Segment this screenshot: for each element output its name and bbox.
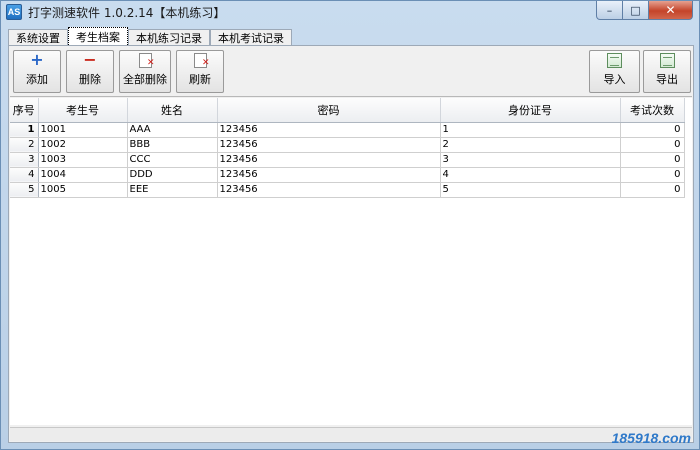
cell-exam-count[interactable]: 0	[620, 122, 685, 138]
add-button[interactable]: + 添加	[13, 50, 61, 93]
student-records-grid[interactable]: 序号 考生号 姓名 密码 身份证号 考试次数 1 1001 AAA 123456	[10, 98, 692, 425]
cell-student-id[interactable]: 1004	[38, 167, 128, 183]
cell-name[interactable]: CCC	[127, 152, 218, 168]
column-header-student-id[interactable]: 考生号	[38, 98, 128, 123]
cell-student-id[interactable]: 1002	[38, 137, 128, 153]
column-header-seq[interactable]: 序号	[10, 98, 39, 123]
close-button[interactable]: ✕	[649, 1, 693, 20]
row-number[interactable]: 4	[10, 167, 39, 183]
cell-exam-count[interactable]: 0	[620, 137, 685, 153]
minus-icon: −	[83, 50, 97, 69]
table-row[interactable]: 5 1005 EEE 123456 5 0	[10, 182, 685, 198]
document-refresh-icon	[193, 51, 210, 71]
tab-local-practice-records[interactable]: 本机练习记录	[128, 29, 210, 45]
row-number[interactable]: 2	[10, 137, 39, 153]
delete-button-label: 删除	[79, 73, 101, 86]
toolbar: + 添加 − 删除 全部删除 刷新 导入 导出	[10, 47, 692, 97]
column-header-password[interactable]: 密码	[217, 98, 441, 123]
cell-id-card[interactable]: 3	[440, 152, 621, 168]
watermark-logo: 185918.com	[611, 430, 691, 446]
status-bar	[10, 427, 692, 441]
tab-panel-student-records: + 添加 − 删除 全部删除 刷新 导入 导出	[8, 45, 694, 443]
cell-password[interactable]: 123456	[217, 182, 441, 198]
export-button[interactable]: 导出	[643, 50, 691, 93]
tab-strip: 系统设置 考生档案 本机练习记录 本机考试记录	[8, 27, 694, 45]
table-row[interactable]: 4 1004 DDD 123456 4 0	[10, 167, 685, 183]
cell-password[interactable]: 123456	[217, 122, 441, 138]
row-number[interactable]: 1	[10, 122, 39, 138]
excel-export-icon	[659, 51, 675, 69]
maximize-button[interactable]: □	[623, 1, 649, 20]
cell-password[interactable]: 123456	[217, 152, 441, 168]
title-bar[interactable]: AS 打字测速软件 1.0.2.14【本机练习】 – □ ✕	[1, 1, 699, 23]
table-row[interactable]: 1 1001 AAA 123456 1 0	[10, 122, 685, 138]
row-number[interactable]: 5	[10, 182, 39, 198]
cell-name[interactable]: BBB	[127, 137, 218, 153]
refresh-button-label: 刷新	[189, 73, 211, 86]
plus-icon: +	[30, 50, 44, 69]
table-row[interactable]: 2 1002 BBB 123456 2 0	[10, 137, 685, 153]
cell-password[interactable]: 123456	[217, 167, 441, 183]
student-records-table: 序号 考生号 姓名 密码 身份证号 考试次数 1 1001 AAA 123456	[10, 98, 685, 198]
cell-id-card[interactable]: 4	[440, 167, 621, 183]
cell-id-card[interactable]: 1	[440, 122, 621, 138]
excel-import-icon	[607, 51, 622, 69]
delete-all-button[interactable]: 全部删除	[119, 50, 171, 93]
cell-student-id[interactable]: 1003	[38, 152, 128, 168]
cell-name[interactable]: DDD	[127, 167, 218, 183]
export-button-label: 导出	[656, 73, 678, 86]
delete-button[interactable]: − 删除	[66, 50, 114, 93]
cell-exam-count[interactable]: 0	[620, 167, 685, 183]
cell-exam-count[interactable]: 0	[620, 152, 685, 168]
table-header-row: 序号 考生号 姓名 密码 身份证号 考试次数	[10, 98, 685, 123]
import-button[interactable]: 导入	[589, 50, 640, 93]
table-row[interactable]: 3 1003 CCC 123456 3 0	[10, 152, 685, 168]
add-button-label: 添加	[26, 73, 48, 86]
minimize-button[interactable]: –	[596, 1, 623, 20]
cell-id-card[interactable]: 5	[440, 182, 621, 198]
import-button-label: 导入	[603, 73, 626, 86]
cell-password[interactable]: 123456	[217, 137, 441, 153]
cell-name[interactable]: AAA	[127, 122, 218, 138]
app-icon: AS	[6, 4, 22, 20]
column-header-name[interactable]: 姓名	[127, 98, 218, 123]
row-number[interactable]: 3	[10, 152, 39, 168]
refresh-button[interactable]: 刷新	[176, 50, 224, 93]
tab-student-records[interactable]: 考生档案	[68, 27, 128, 45]
tab-system-settings[interactable]: 系统设置	[8, 29, 68, 45]
cell-student-id[interactable]: 1005	[38, 182, 128, 198]
window-title: 打字测速软件 1.0.2.14【本机练习】	[28, 5, 226, 20]
window-controls: – □ ✕	[596, 1, 693, 20]
tab-local-exam-records[interactable]: 本机考试记录	[210, 29, 292, 45]
app-window: AS 打字测速软件 1.0.2.14【本机练习】 – □ ✕ 系统设置 考生档案…	[0, 0, 700, 450]
cell-student-id[interactable]: 1001	[38, 122, 128, 138]
column-header-id-card[interactable]: 身份证号	[440, 98, 621, 123]
cell-id-card[interactable]: 2	[440, 137, 621, 153]
column-header-exam-count[interactable]: 考试次数	[620, 98, 685, 123]
delete-all-button-label: 全部删除	[123, 73, 167, 86]
cell-name[interactable]: EEE	[127, 182, 218, 198]
cell-exam-count[interactable]: 0	[620, 182, 685, 198]
document-delete-icon	[138, 51, 155, 71]
